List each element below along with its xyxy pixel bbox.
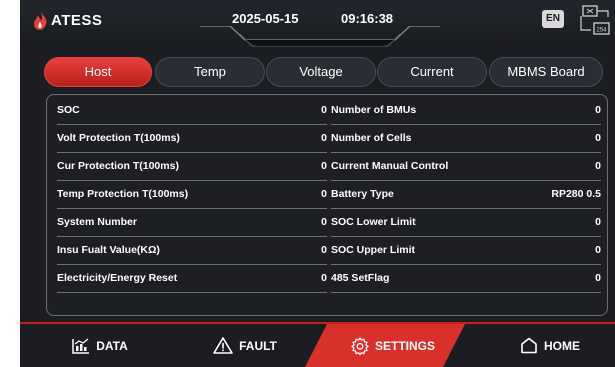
param-label: Volt Protection T(100ms) xyxy=(57,132,180,144)
param-value: 0 xyxy=(321,216,327,228)
param-row[interactable]: System Number 0 xyxy=(57,209,327,237)
param-label: SOC Lower Limit xyxy=(331,216,416,228)
row-divider xyxy=(57,292,327,293)
param-row[interactable]: SOC 0 xyxy=(57,97,327,125)
tab-bar: Host Temp Voltage Current MBMS Board xyxy=(44,57,610,87)
home-icon xyxy=(521,337,537,354)
param-label: Cur Protection T(100ms) xyxy=(57,160,179,172)
param-row[interactable]: Volt Protection T(100ms) 0 xyxy=(57,125,327,153)
nav-data[interactable]: DATA xyxy=(50,324,150,367)
param-row[interactable]: Cur Protection T(100ms) 0 xyxy=(57,153,327,181)
param-label: Electricity/Energy Reset xyxy=(57,272,178,284)
param-label: Battery Type xyxy=(331,188,394,200)
param-value: 0 xyxy=(321,272,327,284)
param-label: Number of Cells xyxy=(331,132,412,144)
param-value: 0 xyxy=(321,244,327,256)
tab-current[interactable]: Current xyxy=(377,57,487,87)
param-value: 0 xyxy=(595,160,601,172)
param-value: 0 xyxy=(321,188,327,200)
param-row[interactable]: Battery Type RP280 0.5 xyxy=(331,181,601,209)
param-value: 0 xyxy=(321,160,327,172)
header-notch xyxy=(200,26,440,47)
gear-icon xyxy=(351,336,369,355)
param-row[interactable]: Insu Fualt Value(KΩ) 0 xyxy=(57,237,327,265)
param-label: 485 SetFlag xyxy=(331,272,390,284)
warning-icon xyxy=(213,337,233,354)
bottom-nav: DATA FAULT SETTINGS HOME xyxy=(20,324,615,367)
nav-settings-label: SETTINGS xyxy=(374,338,435,353)
param-value: 0 xyxy=(321,132,327,144)
logo: ATESS xyxy=(32,9,102,31)
nav-fault[interactable]: FAULT xyxy=(195,324,295,367)
parameter-panel: SOC 0 Volt Protection T(100ms) 0 Cur Pro… xyxy=(46,94,608,316)
param-row[interactable]: SOC Upper Limit 0 xyxy=(331,237,601,265)
param-row[interactable]: SOC Lower Limit 0 xyxy=(331,209,601,237)
param-value: 0 xyxy=(595,216,601,228)
param-row[interactable]: Temp Protection T(100ms) 0 xyxy=(57,181,327,209)
time-display: 09:16:38 xyxy=(341,11,394,26)
param-value: 0 xyxy=(321,104,327,116)
param-value: 0 xyxy=(595,132,601,144)
param-row[interactable]: Electricity/Energy Reset 0 xyxy=(57,265,327,293)
chart-icon xyxy=(72,338,90,354)
param-row[interactable]: Number of BMUs 0 xyxy=(331,97,601,125)
param-row[interactable]: Number of Cells 0 xyxy=(331,125,601,153)
param-value: RP280 0.5 xyxy=(551,188,601,200)
nav-home[interactable]: HOME xyxy=(500,324,600,367)
language-button[interactable]: EN xyxy=(542,10,564,28)
param-label: SOC Upper Limit xyxy=(331,244,416,256)
nav-data-label: DATA xyxy=(96,338,128,353)
network-icon[interactable]: 254 xyxy=(577,4,611,36)
param-row[interactable]: 485 SetFlag 0 xyxy=(331,265,601,293)
date-display: 2025-05-15 xyxy=(232,11,299,26)
header-bar: ATESS 2025-05-15 09:16:38 EN 254 xyxy=(20,0,615,47)
tab-host[interactable]: Host xyxy=(44,57,152,87)
nav-home-label: HOME xyxy=(544,338,580,353)
param-label: Temp Protection T(100ms) xyxy=(57,188,189,200)
param-label: Current Manual Control xyxy=(331,160,449,172)
network-label: 254 xyxy=(596,28,607,34)
param-value: 0 xyxy=(595,244,601,256)
flame-logo-icon xyxy=(34,10,47,30)
param-value: 0 xyxy=(595,272,601,284)
param-label: Number of BMUs xyxy=(331,104,417,116)
param-row[interactable]: Current Manual Control 0 xyxy=(331,153,601,181)
nav-settings[interactable]: SETTINGS xyxy=(338,324,448,367)
screen: ATESS 2025-05-15 09:16:38 EN 254 Host Te… xyxy=(20,0,615,367)
param-label: Insu Fualt Value(KΩ) xyxy=(57,244,160,256)
tab-mbms-board[interactable]: MBMS Board xyxy=(489,57,603,87)
logo-text: ATESS xyxy=(51,11,103,29)
param-value: 0 xyxy=(595,104,601,116)
param-label: System Number xyxy=(57,216,137,228)
row-divider xyxy=(331,292,601,293)
param-label: SOC xyxy=(57,104,80,116)
tab-voltage[interactable]: Voltage xyxy=(266,57,376,87)
tab-temp[interactable]: Temp xyxy=(155,57,265,87)
nav-fault-label: FAULT xyxy=(239,338,277,353)
